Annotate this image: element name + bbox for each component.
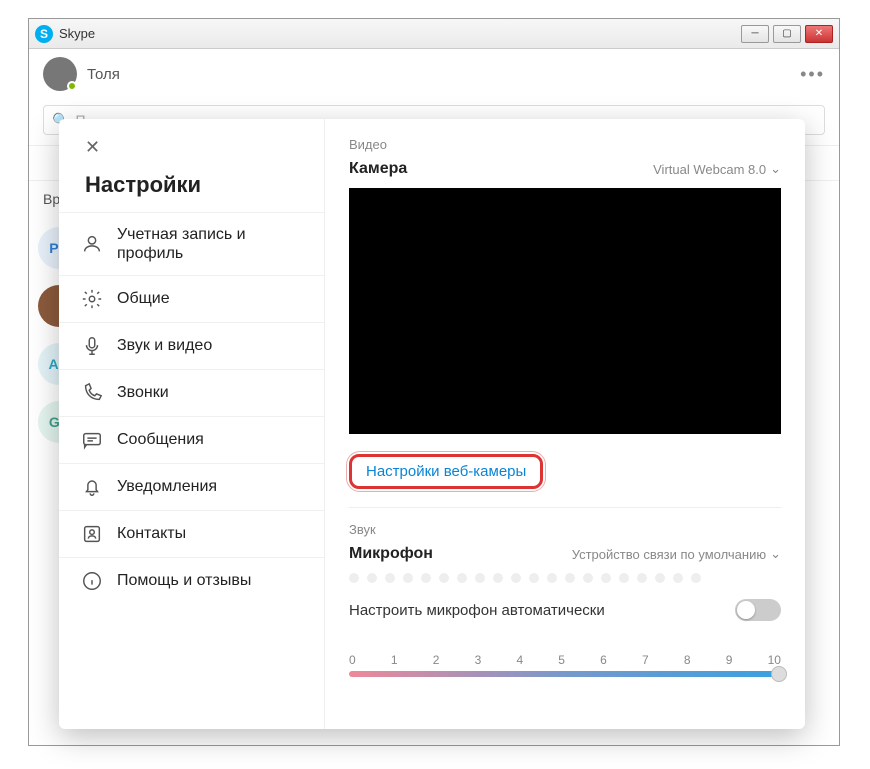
nav-item-audio-video[interactable]: Звук и видео: [59, 322, 324, 369]
nav-item-general[interactable]: Общие: [59, 275, 324, 322]
bell-icon: [81, 476, 103, 498]
skype-icon: S: [35, 25, 53, 43]
slider-thumb[interactable]: [771, 666, 787, 682]
camera-preview: [349, 188, 781, 434]
camera-label: Камера: [349, 160, 407, 178]
nav-label: Помощь и отзывы: [117, 572, 251, 590]
camera-selector[interactable]: Virtual Webcam 8.0 ⌄: [653, 161, 781, 177]
nav-item-messages[interactable]: Сообщения: [59, 416, 324, 463]
settings-heading: Настройки: [59, 166, 324, 212]
video-section-label: Видео: [349, 137, 781, 152]
mic-value: Устройство связи по умолчанию: [572, 547, 766, 562]
nav-label: Звонки: [117, 384, 169, 402]
profile-header: Толя •••: [29, 49, 839, 99]
camera-value: Virtual Webcam 8.0: [653, 162, 766, 177]
auto-mic-toggle[interactable]: [735, 599, 781, 621]
webcam-settings-link[interactable]: Настройки веб-камеры: [349, 454, 543, 489]
presence-dot-icon: [67, 81, 77, 91]
minimize-button[interactable]: ─: [741, 25, 769, 43]
chevron-down-icon: ⌄: [770, 161, 781, 177]
nav-item-help[interactable]: Помощь и отзывы: [59, 557, 324, 604]
settings-content: Видео Камера Virtual Webcam 8.0 ⌄ Настро…: [325, 119, 805, 729]
self-avatar[interactable]: [43, 57, 77, 91]
more-menu-button[interactable]: •••: [800, 64, 825, 85]
person-icon: [81, 233, 103, 255]
close-window-button[interactable]: ✕: [805, 25, 833, 43]
nav-item-calls[interactable]: Звонки: [59, 369, 324, 416]
settings-nav: ✕ Настройки Учетная запись и профиль Общ…: [59, 119, 325, 729]
nav-item-contacts[interactable]: Контакты: [59, 510, 324, 557]
profile-name[interactable]: Толя: [87, 66, 800, 83]
nav-item-account[interactable]: Учетная запись и профиль: [59, 212, 324, 275]
chevron-down-icon: ⌄: [770, 546, 781, 562]
window-title: Skype: [59, 26, 741, 41]
titlebar: S Skype ─ ▢ ✕: [29, 19, 839, 49]
info-icon: [81, 570, 103, 592]
mic-volume-slider[interactable]: 012345678910: [349, 635, 781, 677]
slider-ticks: 012345678910: [349, 653, 781, 667]
nav-label: Учетная запись и профиль: [117, 225, 302, 263]
audio-section-label: Звук: [349, 522, 781, 537]
nav-label: Общие: [117, 290, 170, 308]
nav-label: Сообщения: [117, 431, 204, 449]
settings-modal: ✕ Настройки Учетная запись и профиль Общ…: [59, 119, 805, 729]
mic-level-meter: [349, 573, 781, 583]
maximize-button[interactable]: ▢: [773, 25, 801, 43]
nav-label: Звук и видео: [117, 337, 212, 355]
app-window: S Skype ─ ▢ ✕ Толя ••• 🔍 П Чаты Время PB…: [28, 18, 840, 746]
contacts-icon: [81, 523, 103, 545]
auto-mic-label: Настроить микрофон автоматически: [349, 602, 605, 619]
nav-label: Контакты: [117, 525, 186, 543]
mic-selector[interactable]: Устройство связи по умолчанию ⌄: [572, 546, 781, 562]
microphone-icon: [81, 335, 103, 357]
close-settings-button[interactable]: ✕: [59, 137, 324, 166]
mic-label: Микрофон: [349, 545, 433, 563]
phone-icon: [81, 382, 103, 404]
nav-label: Уведомления: [117, 478, 217, 496]
message-icon: [81, 429, 103, 451]
gear-icon: [81, 288, 103, 310]
nav-item-notifications[interactable]: Уведомления: [59, 463, 324, 510]
